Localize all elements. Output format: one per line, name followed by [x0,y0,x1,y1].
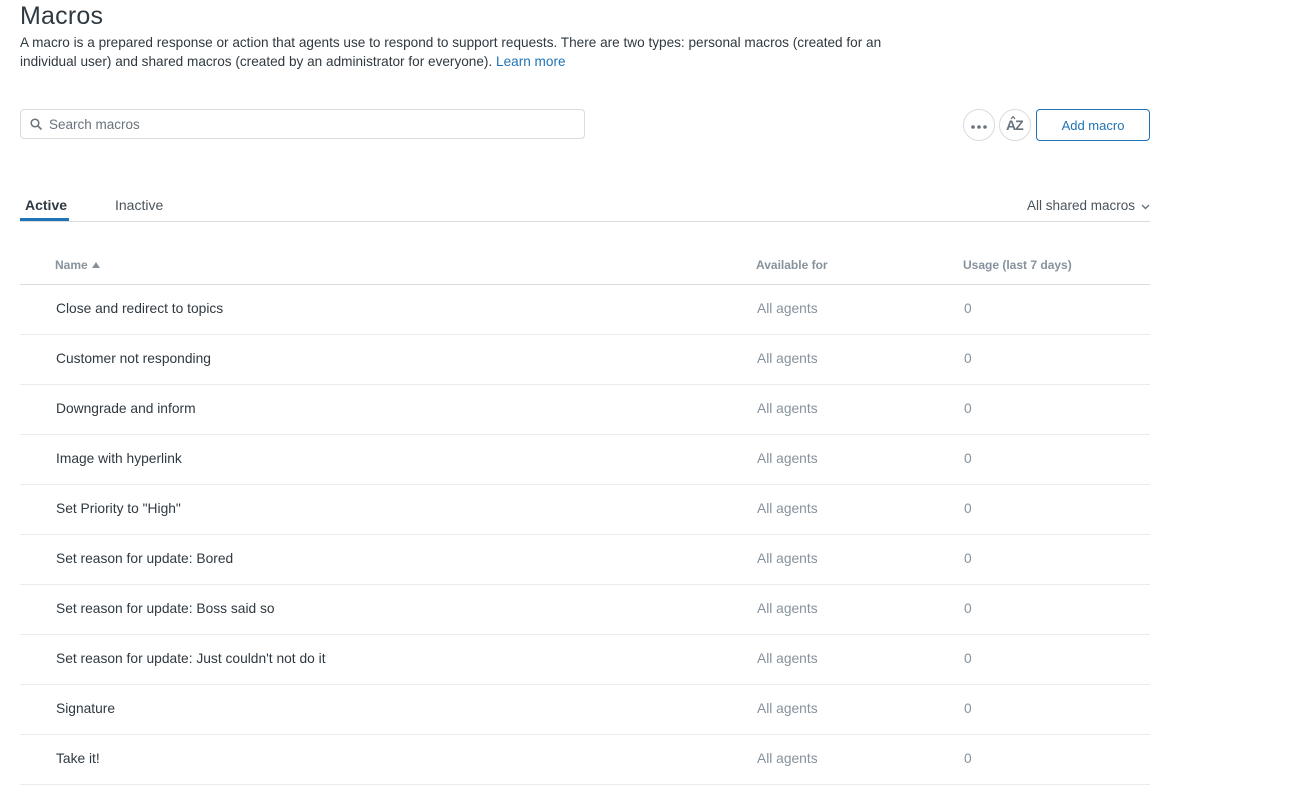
table-row[interactable]: Customer not responding All agents 0 [20,335,1150,385]
usage-count: 0 [964,701,972,716]
usage-count: 0 [964,301,972,316]
ellipsis-icon [971,116,987,134]
available-for-value: All agents [757,401,818,416]
available-for-value: All agents [757,701,818,716]
tab-active[interactable]: Active [25,197,67,213]
table-row[interactable]: Signature All agents 0 [20,685,1150,735]
table-row[interactable]: Set reason for update: Just couldn't not… [20,635,1150,685]
table-row[interactable]: Set reason for update: Boss said so All a… [20,585,1150,635]
usage-count: 0 [964,751,972,766]
usage-count: 0 [964,501,972,516]
column-header-usage: Usage (last 7 days) [963,258,1072,272]
column-header-name[interactable]: Name [55,258,100,272]
available-for-value: All agents [757,451,818,466]
table-row[interactable]: Set Priority to "High" All agents 0 [20,485,1150,535]
macro-name[interactable]: Set reason for update: Just couldn't not… [56,651,326,666]
more-options-button[interactable] [963,109,995,141]
usage-count: 0 [964,451,972,466]
filter-label: All shared macros [1026,198,1135,213]
page-title: Macros [20,2,104,30]
macro-name[interactable]: Close and redirect to topics [56,301,223,316]
macros-table: Name Available for Usage (last 7 days) C… [20,246,1150,785]
macro-name[interactable]: Take it! [56,751,100,766]
available-for-value: All agents [757,301,818,316]
macro-filter-dropdown[interactable]: All shared macros [1027,198,1150,213]
active-tab-indicator [20,218,69,221]
tab-inactive[interactable]: Inactive [115,197,163,213]
search-field[interactable] [20,109,585,139]
table-row[interactable]: Image with hyperlink All agents 0 [20,435,1150,485]
search-icon [29,117,43,131]
page-description: A macro is a prepared response or action… [20,33,920,71]
available-for-value: All agents [757,351,818,366]
macro-name[interactable]: Customer not responding [56,351,211,366]
usage-count: 0 [964,551,972,566]
sort-alphabetical-button[interactable]: AZ [999,109,1031,141]
sort-ascending-icon [91,262,100,268]
chevron-down-icon [1141,198,1150,213]
learn-more-link[interactable]: Learn more [496,54,566,69]
description-text: A macro is a prepared response or action… [20,35,882,69]
macro-name[interactable]: Set reason for update: Bored [56,551,233,566]
tab-bar: Active Inactive All shared macros [20,188,1150,222]
macro-name[interactable]: Downgrade and inform [56,401,196,416]
column-header-available-for: Available for [756,258,828,272]
available-for-value: All agents [757,501,818,516]
macro-name[interactable]: Set Priority to "High" [56,501,181,516]
sort-az-icon: AZ [1006,116,1024,133]
table-row[interactable]: Close and redirect to topics All agents 0 [20,285,1150,335]
usage-count: 0 [964,401,972,416]
usage-count: 0 [964,601,972,616]
available-for-value: All agents [757,751,818,766]
add-macro-button[interactable]: Add macro [1036,109,1150,141]
available-for-value: All agents [757,551,818,566]
macro-name[interactable]: Image with hyperlink [56,451,182,466]
usage-count: 0 [964,651,972,666]
available-for-value: All agents [757,601,818,616]
table-row[interactable]: Set reason for update: Bored All agents 0 [20,535,1150,585]
table-header: Name Available for Usage (last 7 days) [20,246,1150,285]
table-body: Close and redirect to topics All agents 0 C… [20,285,1150,785]
macro-name[interactable]: Set reason for update: Boss said so [56,601,275,616]
table-row[interactable]: Take it! All agents 0 [20,735,1150,785]
available-for-value: All agents [757,651,818,666]
table-row[interactable]: Downgrade and inform All agents 0 [20,385,1150,435]
usage-count: 0 [964,351,972,366]
search-input[interactable] [49,116,549,132]
macro-name[interactable]: Signature [56,701,115,716]
